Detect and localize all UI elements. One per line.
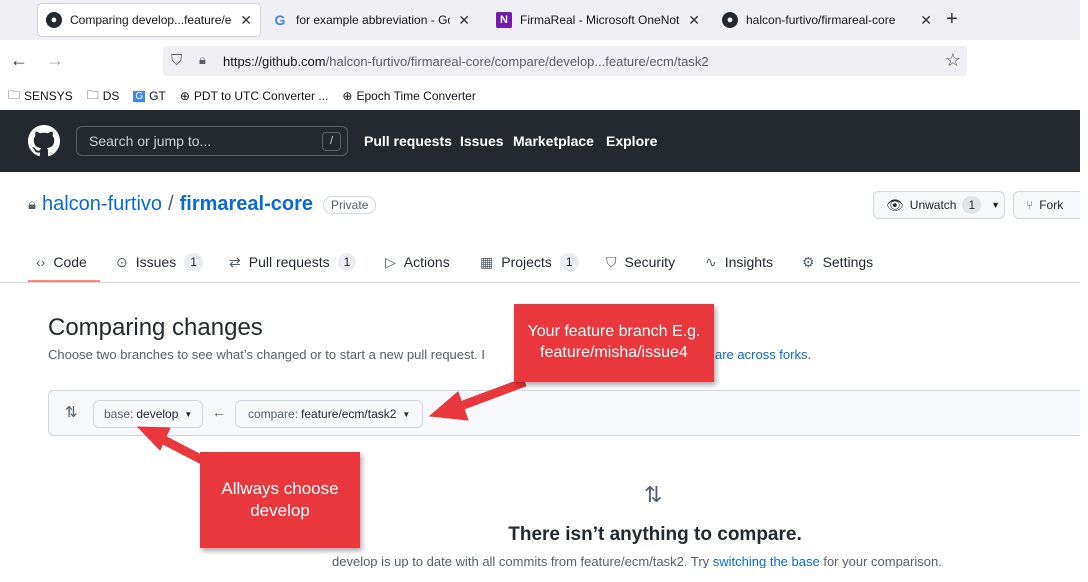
develop-annotation: Allways choose develop [200,452,360,548]
gear-icon: ⚙ [802,253,815,270]
tab-pull-requests[interactable]: ⇄ Pull requests 1 [229,250,357,274]
tab-counter: 1 [337,253,357,271]
tab-label: Actions [403,254,450,270]
tab-label: Settings [822,254,874,270]
tab-code[interactable]: ‹› Code [36,250,87,274]
pull-request-icon: ⇄ [229,253,241,270]
tab-counter: 1 [559,253,579,271]
tab-label: Insights [724,254,773,270]
tab-label: Projects [501,254,552,270]
tab-settings[interactable]: ⚙ Settings [802,250,873,274]
tab-label: Security [624,254,676,270]
issue-icon: ⊙ [116,253,128,270]
tab-label: Pull requests [248,254,330,270]
torn-edge [1080,0,1088,582]
tab-issues[interactable]: ⊙ Issues 1 [116,250,203,274]
tab-label: Issues [135,254,177,270]
tab-security[interactable]: ⛉ Security [606,250,675,274]
graph-icon: ∿ [705,253,717,270]
code-icon: ‹› [36,254,46,270]
tab-insights[interactable]: ∿ Insights [705,250,773,274]
feature-arrow [428,377,527,421]
tab-actions[interactable]: ▷ Actions [385,250,450,274]
play-icon: ▷ [385,253,396,270]
tab-label: Code [53,254,87,270]
table-icon: ▦ [480,253,494,270]
shield-icon: ⛉ [606,253,617,270]
feature-branch-annotation: Your feature branch E.g. feature/misha/i… [514,304,714,382]
tab-projects[interactable]: ▦ Projects 1 [480,250,579,274]
tab-counter: 1 [184,253,203,271]
annotation-arrows [136,377,527,469]
